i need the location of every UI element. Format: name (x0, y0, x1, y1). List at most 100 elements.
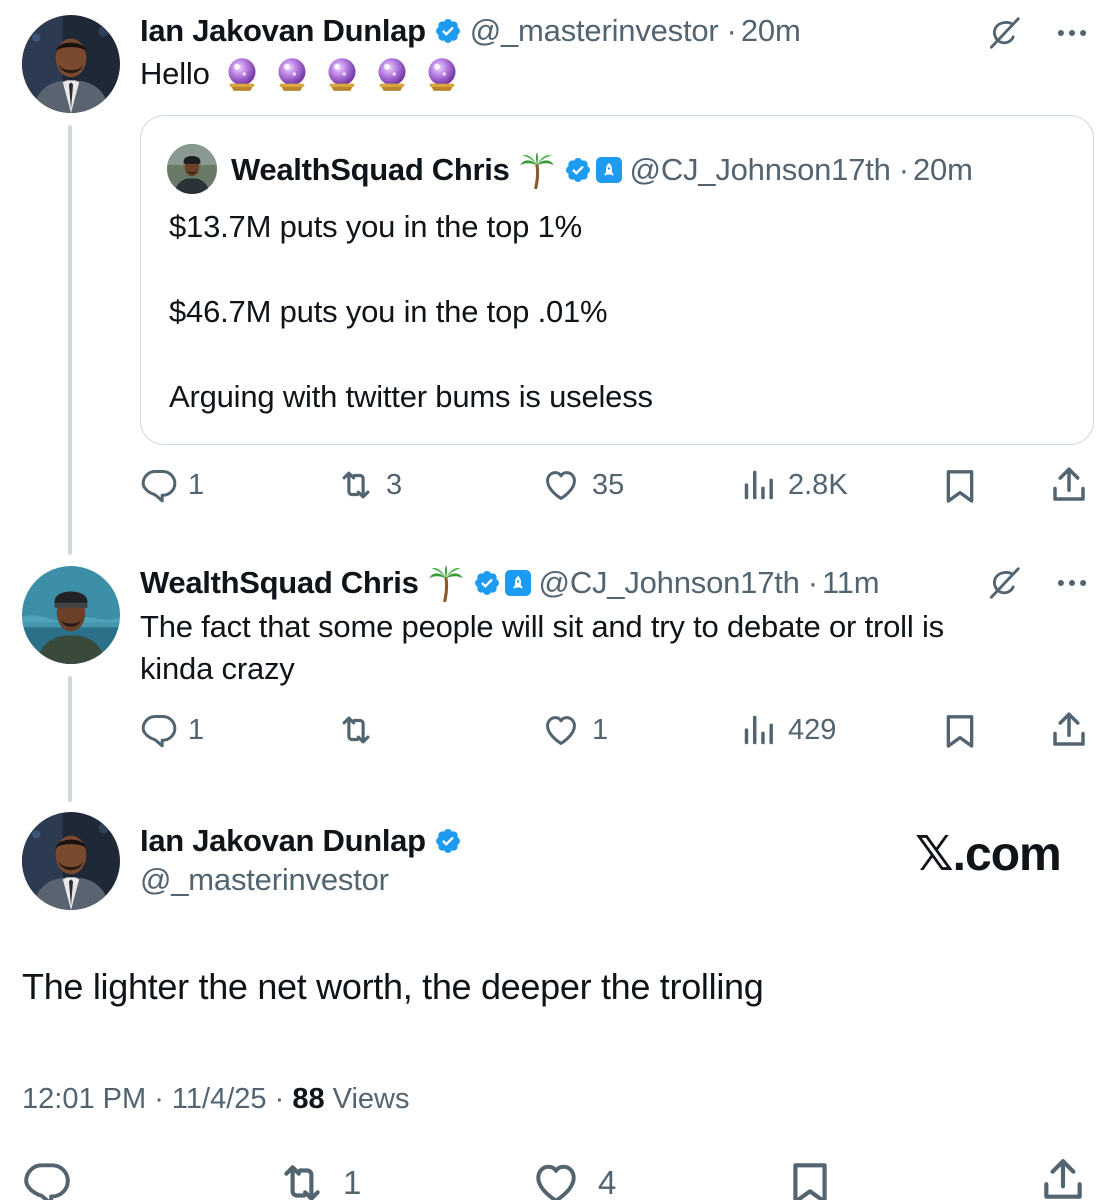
thread-connector-line (68, 125, 72, 555)
palm-tree-emoji (427, 564, 465, 602)
dot-separator: · (154, 1083, 172, 1115)
reply-icon (140, 466, 178, 504)
post-time[interactable]: 20m (741, 13, 801, 49)
author-avatar[interactable] (22, 15, 120, 113)
bookmark-button[interactable] (940, 711, 980, 751)
quote-time: 20m (913, 152, 973, 187)
quote-line: $46.7M puts you in the top .01% (169, 294, 608, 329)
crystal-ball-emoji (224, 55, 260, 93)
more-options-icon[interactable] (1053, 564, 1091, 602)
author-handle[interactable]: @CJ_Johnson17th (539, 565, 800, 601)
like-count: 1 (592, 713, 609, 746)
verified-badge-icon (564, 156, 592, 184)
post-menu (985, 14, 1091, 52)
like-icon (540, 711, 582, 749)
like-button[interactable]: 1 (540, 711, 608, 749)
post-header: Ian Jakovan Dunlap @_masterinvestor · 20… (140, 10, 809, 52)
share-button[interactable] (1038, 1155, 1088, 1200)
main-post-text: The lighter the net worth, the deeper th… (22, 966, 764, 1007)
reply-button[interactable]: 1 (140, 711, 204, 749)
quote-line: Arguing with twitter bums is useless (169, 379, 653, 414)
author-name[interactable]: Ian Jakovan Dunlap (140, 13, 426, 49)
author-avatar[interactable] (22, 812, 120, 910)
views-icon (740, 711, 778, 749)
quote-header: WealthSquad Chris @CJ_Johnson17th · 20m (231, 149, 981, 191)
rocket-badge-icon (504, 570, 531, 596)
post-text-line: kinda crazy (140, 651, 295, 686)
crystal-ball-emoji (424, 55, 460, 93)
like-count: 4 (598, 1164, 617, 1200)
reply-button[interactable]: 1 (140, 466, 204, 504)
quote-author-handle: @CJ_Johnson17th (629, 152, 891, 187)
thread-connector-line (68, 676, 72, 802)
author-handle[interactable]: @_masterinvestor (470, 13, 719, 49)
author-name[interactable]: Ian Jakovan Dunlap (140, 823, 426, 859)
repost-button[interactable]: 1 (275, 1158, 361, 1200)
rocket-badge-icon (595, 157, 622, 183)
repost-icon (336, 466, 376, 504)
post-time[interactable]: 11m (822, 565, 880, 601)
share-icon (1038, 1155, 1088, 1200)
repost-button[interactable]: 3 (336, 466, 402, 504)
like-button[interactable]: 4 (528, 1158, 616, 1200)
like-icon (540, 466, 582, 504)
more-options-icon[interactable] (1053, 14, 1091, 52)
grok-icon[interactable] (985, 564, 1023, 602)
repost-icon (336, 711, 376, 749)
crystal-ball-emoji (274, 55, 310, 93)
post-text-label: Hello (140, 56, 210, 91)
reply-icon (22, 1158, 72, 1200)
post-time[interactable]: 12:01 PM (22, 1083, 146, 1115)
palm-tree-emoji (518, 151, 556, 189)
verified-badge-icon (434, 17, 462, 45)
author-handle[interactable]: @_masterinvestor (140, 862, 389, 898)
share-icon (1048, 709, 1090, 751)
verified-badge-icon (473, 569, 501, 597)
repost-count: 1 (343, 1164, 362, 1200)
reply-count: 1 (188, 713, 205, 746)
views-button[interactable]: 429 (740, 711, 836, 749)
share-icon (1048, 464, 1090, 506)
author-avatar[interactable] (22, 566, 120, 664)
post-text-line: The fact that some people will sit and t… (140, 609, 944, 644)
bookmark-icon (785, 1158, 835, 1200)
views-icon (740, 466, 778, 504)
reply-button[interactable] (22, 1158, 72, 1200)
post-header: Ian Jakovan Dunlap (140, 820, 470, 862)
like-button[interactable]: 35 (540, 466, 624, 504)
bookmark-icon (940, 711, 980, 751)
repost-count: 3 (386, 468, 403, 501)
author-name[interactable]: WealthSquad Chris (140, 565, 419, 601)
share-button[interactable] (1048, 709, 1090, 751)
bookmark-icon (940, 466, 980, 506)
post-date[interactable]: 11/4/25 (172, 1083, 267, 1115)
reply-count: 1 (188, 468, 205, 501)
x-brand-logo: 𝕏.com (915, 828, 1062, 881)
dot-separator: · (898, 152, 910, 187)
share-button[interactable] (1048, 464, 1090, 506)
grok-icon[interactable] (985, 14, 1023, 52)
views-count: 88 (292, 1083, 325, 1115)
post-header: WealthSquad Chris @CJ_Johnson17th · 11m (140, 562, 887, 604)
dot-separator: · (726, 13, 737, 48)
crystal-ball-emoji (324, 55, 360, 93)
like-count: 35 (592, 468, 625, 501)
repost-button[interactable] (336, 711, 386, 749)
post-menu (985, 564, 1091, 602)
bookmark-button[interactable] (940, 466, 980, 506)
post-meta: 12:01 PM · 11/4/25 · 88 Views (22, 1083, 409, 1116)
repost-icon (275, 1158, 329, 1200)
verified-badge-icon (434, 827, 462, 855)
dot-separator: · (807, 565, 819, 600)
views-label: Views (332, 1083, 410, 1115)
views-count: 429 (788, 713, 837, 746)
post-text: Hello (140, 53, 460, 95)
like-icon (528, 1158, 584, 1200)
quote-author-avatar (167, 144, 217, 194)
crystal-ball-emoji (374, 55, 410, 93)
quoted-post-card[interactable]: WealthSquad Chris @CJ_Johnson17th · 20m … (140, 115, 1094, 445)
views-count: 2.8K (788, 468, 848, 501)
bookmark-button[interactable] (785, 1158, 835, 1200)
dot-separator: · (274, 1083, 293, 1115)
views-button[interactable]: 2.8K (740, 466, 848, 504)
